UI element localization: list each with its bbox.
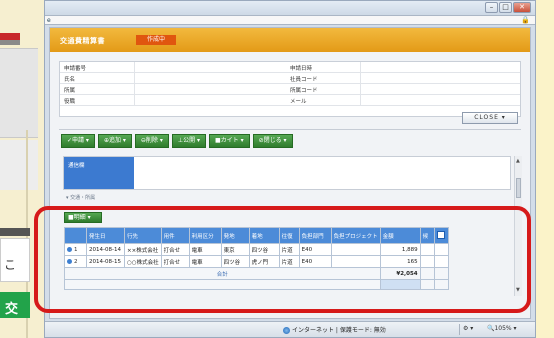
info-row: 氏名 社員コード — [60, 73, 520, 84]
info-value — [134, 95, 284, 105]
scroll-up-icon[interactable]: ▲ — [516, 158, 520, 164]
breadcrumb: ▾ 交通・所属 — [66, 195, 96, 201]
background-text-fragment: こ — [0, 238, 30, 282]
comment-tab[interactable]: 通信欄 — [64, 157, 134, 189]
action-toolbar: ✓申請 ▾ ⊕追加 ▾ ⊖削除 ▾ ⊥公開 ▾ ■カイト ▾ ⊘閉じる ▾ — [61, 134, 293, 148]
security-zone-text: インターネット | 保護モード: 無効 — [283, 325, 386, 334]
maximize-button[interactable]: □ — [499, 2, 512, 13]
info-label: 申請日時 — [290, 66, 313, 72]
ie-page-icon: e — [47, 17, 51, 24]
status-bar: インターネット | 保護モード: 無効 ⚙ ▾ 🔍105% ▾ — [45, 321, 535, 337]
zoom-control[interactable]: 🔍105% ▾ — [487, 325, 517, 332]
background-dark-bar — [0, 228, 30, 236]
comment-tab-label: 通信欄 — [68, 163, 85, 169]
address-bar[interactable]: e 🔒 — [45, 15, 535, 25]
info-row: 役職 メール — [60, 95, 520, 106]
globe-icon — [283, 327, 290, 334]
info-value — [134, 84, 284, 94]
info-value — [134, 62, 284, 72]
close-form-button[interactable]: ⊘閉じる ▾ — [252, 134, 293, 148]
info-label: 役職 — [64, 99, 76, 105]
delete-button[interactable]: ⊖削除 ▾ — [134, 134, 169, 148]
add-button[interactable]: ⊕追加 ▾ — [97, 134, 132, 148]
minimize-button[interactable]: – — [485, 2, 498, 13]
window-titlebar: – □ ✕ — [45, 1, 535, 15]
close-button[interactable]: CLOSE ▾ — [462, 112, 518, 124]
status-separator — [459, 324, 460, 335]
info-label: 所属コード — [290, 88, 318, 94]
info-label: 申請番号 — [64, 66, 87, 72]
options-menu[interactable]: ⚙ ▾ — [463, 325, 473, 332]
publish-button[interactable]: ⊥公開 ▾ — [171, 134, 207, 148]
info-value — [360, 62, 520, 72]
background-gray-bar — [0, 40, 20, 45]
lock-icon: 🔒 — [521, 16, 530, 24]
background-red-bar — [0, 33, 20, 40]
close-window-button[interactable]: ✕ — [513, 2, 531, 13]
applicant-info-table: 申請番号 申請日時 氏名 社員コード 所属 所属コード 役職 メール — [59, 61, 521, 117]
info-value — [360, 73, 520, 83]
info-row: 申請番号 申請日時 — [60, 62, 520, 73]
info-label: 所属 — [64, 88, 76, 94]
background-panel — [0, 48, 38, 138]
comment-section: 通信欄 — [63, 156, 511, 190]
guide-button[interactable]: ■カイト ▾ — [209, 134, 250, 148]
app-header: 交通費精算書 作成中 — [50, 28, 530, 52]
info-value — [360, 84, 520, 94]
page-title: 交通費精算書 — [60, 37, 105, 45]
scroll-thumb[interactable] — [516, 178, 521, 198]
info-value — [360, 95, 520, 105]
info-label: 氏名 — [64, 77, 76, 83]
divider — [59, 129, 521, 130]
status-badge: 作成中 — [136, 35, 176, 45]
info-label: 社員コード — [290, 77, 318, 83]
apply-button[interactable]: ✓申請 ▾ — [61, 134, 95, 148]
info-value — [134, 73, 284, 83]
info-label: メール — [290, 99, 307, 105]
info-row: 所属 所属コード — [60, 84, 520, 95]
background-green-tile: 交 — [0, 292, 30, 318]
highlight-frame — [34, 206, 531, 313]
